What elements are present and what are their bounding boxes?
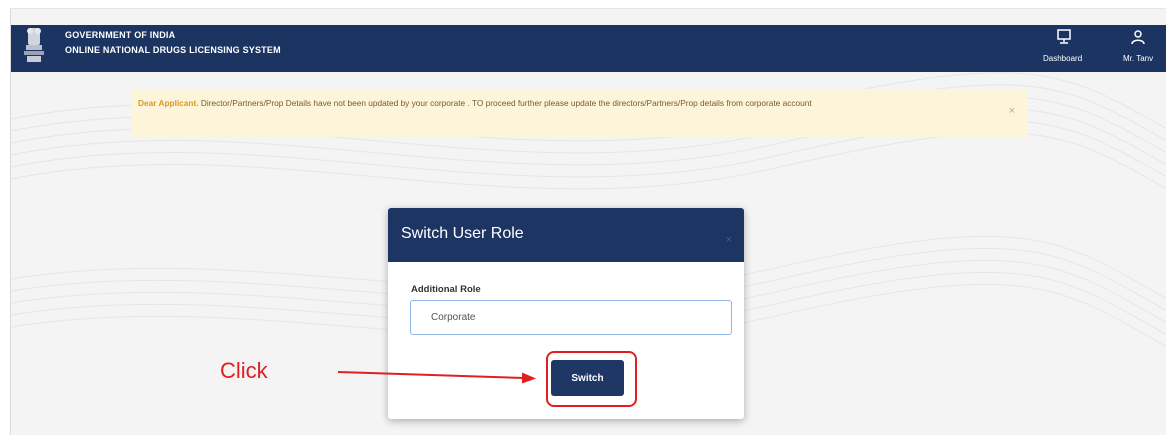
header-subtitle: ONLINE NATIONAL DRUGS LICENSING SYSTEM xyxy=(65,45,281,55)
nav-user-label: Mr. Tanv xyxy=(1123,54,1154,63)
top-navbar: GOVERNMENT OF INDIA ONLINE NATIONAL DRUG… xyxy=(11,25,1166,72)
modal-header: Switch User Role × xyxy=(388,208,744,262)
selected-role-value: Corporate xyxy=(431,312,476,323)
click-annotation-label: Click xyxy=(220,358,268,383)
alert-greeting: Dear Applicant. xyxy=(138,98,199,108)
alert-text: Dear Applicant. Director/Partners/Prop D… xyxy=(138,96,988,110)
header-title: GOVERNMENT OF INDIA xyxy=(65,30,176,40)
additional-role-select[interactable]: Corporate xyxy=(410,300,732,335)
nav-dashboard-label: Dashboard xyxy=(1043,54,1083,63)
additional-role-label: Additional Role xyxy=(411,284,481,295)
warning-alert: Dear Applicant. Director/Partners/Prop D… xyxy=(132,89,1027,137)
modal-close-icon[interactable]: × xyxy=(726,234,732,246)
monitor-icon xyxy=(1057,29,1071,44)
modal-title: Switch User Role xyxy=(401,225,524,242)
alert-close-icon[interactable]: × xyxy=(1009,104,1015,118)
switch-highlight-box xyxy=(546,351,637,407)
nav-dashboard[interactable]: Dashboard xyxy=(1041,25,1089,72)
alert-message: Director/Partners/Prop Details have not … xyxy=(198,98,812,108)
user-icon xyxy=(1131,30,1145,45)
nav-user-menu[interactable]: Mr. Tanv xyxy=(1115,25,1166,72)
annotation-arrow-icon xyxy=(338,371,536,384)
national-emblem-icon xyxy=(24,28,44,62)
